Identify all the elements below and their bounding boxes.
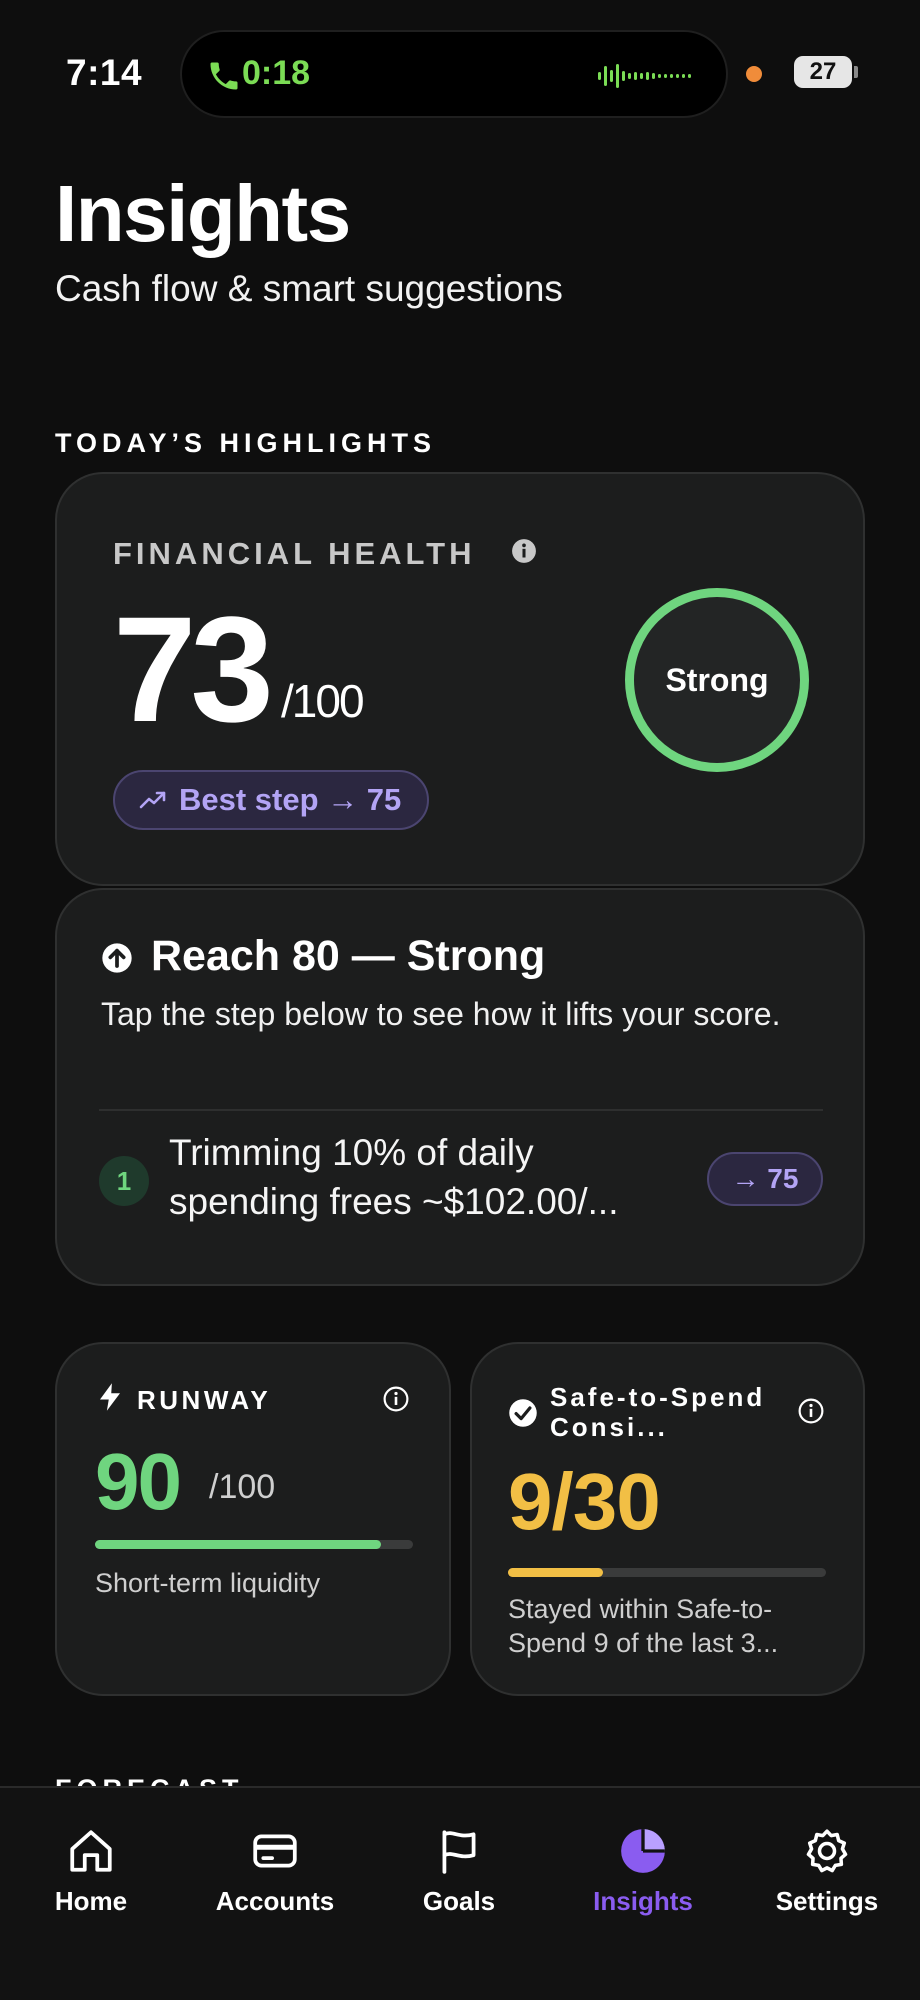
status-time: 7:14 [66,52,143,93]
lightning-icon [100,1383,120,1411]
battery-tip [854,66,858,78]
card-icon [253,1834,297,1868]
runway-description: Short-term liquidity [95,1568,321,1598]
financial-health-label: FINANCIAL HEALTH [113,536,476,571]
info-icon[interactable] [511,538,537,564]
tab-settings[interactable]: Settings [747,1826,907,1917]
runway-score: 90 [95,1437,182,1526]
financial-health-card[interactable]: FINANCIAL HEALTH 73 /100 Strong Best ste… [55,472,865,886]
divider [99,1109,823,1111]
flag-icon [442,1830,476,1874]
step-score-badge[interactable]: → 75 [707,1152,823,1206]
tab-goals[interactable]: Goals [379,1826,539,1917]
phone-icon [210,62,238,90]
financial-health-max: /100 [281,675,365,727]
safe-to-spend-progress-track [508,1568,826,1577]
audio-waveform-icon [598,64,691,88]
health-status-label: Strong [665,661,769,698]
step-number-badge: 1 [99,1156,149,1206]
gear-icon [806,1829,848,1873]
runway-progress-track [95,1540,413,1549]
pie-chart-icon [621,1829,665,1873]
call-duration: 0:18 [242,54,311,92]
checkmark-circle-icon [509,1399,537,1427]
step-text: Trimming 10% of daily spending frees ~$1… [169,1132,619,1222]
tab-accounts[interactable]: Accounts [195,1826,355,1917]
reach-goal-card: Reach 80 — Strong Tap the step below to … [55,888,865,1286]
tab-insights-label: Insights [593,1886,693,1916]
tab-settings-label: Settings [775,1886,879,1916]
tab-home-label: Home [54,1886,128,1916]
runway-progress-fill [95,1540,382,1549]
financial-health-score: 73 [113,585,274,753]
runway-label: RUNWAY [137,1385,272,1415]
tab-home[interactable]: Home [11,1826,171,1917]
safe-to-spend-description: Stayed within Safe-to-Spend 9 of the las… [508,1594,779,1658]
trending-up-icon [139,791,166,809]
page-title: Insights [55,169,351,258]
home-icon [70,1830,112,1872]
section-label-highlights: TODAY’S HIGHLIGHTS [55,428,437,458]
safe-to-spend-card[interactable]: Safe-to-Spend Consi... 9/30 Stayed withi… [470,1342,865,1696]
reach-title: Reach 80 — Strong [151,932,546,980]
tab-goals-label: Goals [422,1886,496,1916]
info-icon[interactable] [383,1386,409,1412]
runway-card[interactable]: RUNWAY 90 /100 Short-term liquidity [55,1342,451,1696]
runway-max: /100 [209,1468,276,1506]
dynamic-island-call[interactable]: 0:18 [180,30,728,118]
best-step-label: Best step → 75 [179,782,402,817]
best-step-button[interactable]: Best step → 75 [113,770,430,830]
health-status-ring: Strong [625,588,809,772]
tab-insights[interactable]: Insights [563,1826,723,1917]
arrow-up-circle-icon [102,943,132,973]
battery-level: 27 [809,58,837,85]
mic-indicator-dot [746,66,762,82]
info-icon[interactable] [798,1398,824,1424]
reach-description: Tap the step below to see how it lifts y… [101,996,781,1032]
safe-to-spend-progress-fill [508,1568,604,1577]
battery-icon: 27 [794,56,852,88]
page-subtitle: Cash flow & smart suggestions [55,268,563,309]
tab-bar: Home Accounts Goals Insights Settings [0,1786,920,2000]
safe-to-spend-label: Safe-to-Spend Consi... [550,1382,766,1442]
tab-accounts-label: Accounts [215,1886,335,1916]
safe-to-spend-score: 9/30 [508,1457,661,1546]
